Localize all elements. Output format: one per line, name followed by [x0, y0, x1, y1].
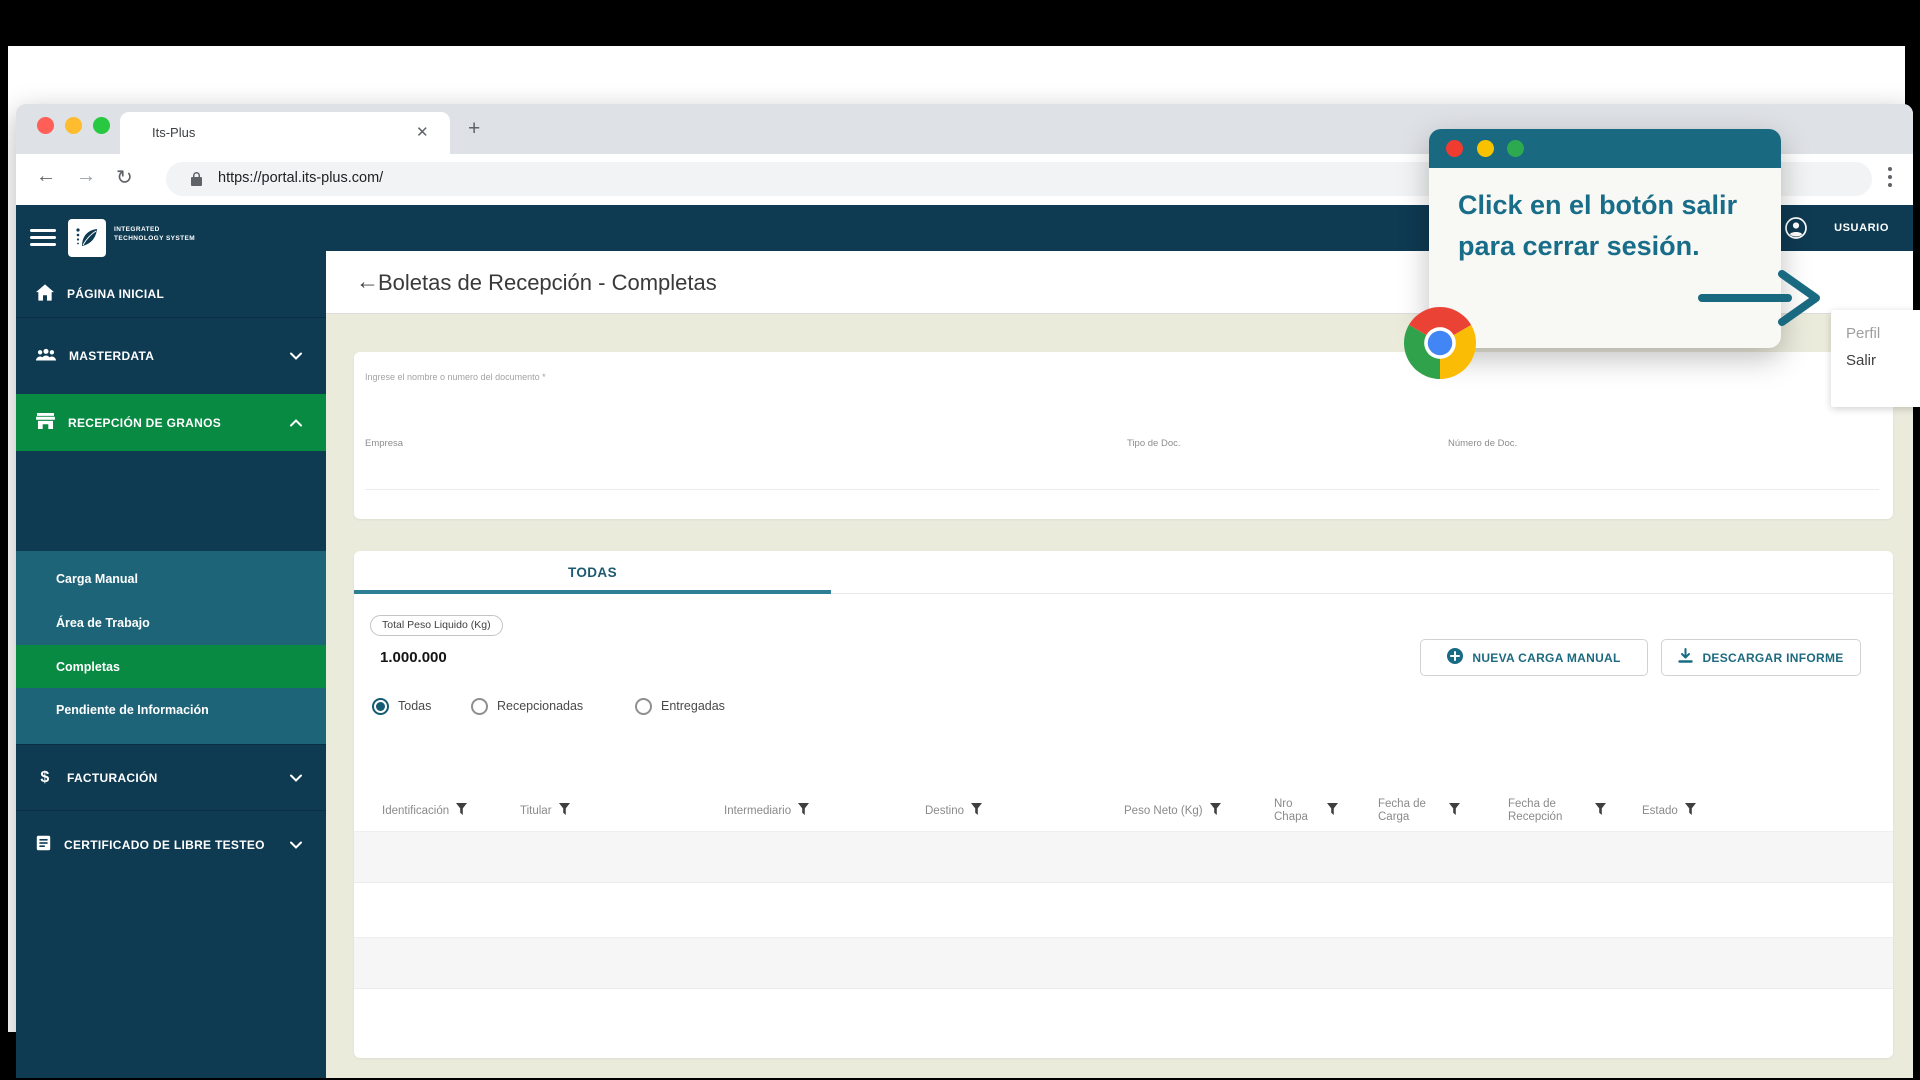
- filter-funnel-icon[interactable]: [1210, 803, 1221, 819]
- radio-option-entregadas[interactable]: Entregadas: [635, 692, 725, 720]
- search-hint-label: Ingrese el nombre o numero del documento…: [365, 372, 546, 382]
- sidebar-item-certificado-libre-testeo[interactable]: CERTIFICADO DE LIBRE TESTEO: [16, 810, 326, 878]
- yellow-dot-icon: [1477, 140, 1494, 157]
- filter-funnel-icon[interactable]: [559, 803, 570, 819]
- filter-funnel-icon[interactable]: [971, 803, 982, 819]
- menu-hamburger-icon[interactable]: [30, 229, 56, 247]
- menu-item-salir[interactable]: Salir: [1846, 352, 1876, 369]
- column-header-identificacion: Identificación: [382, 791, 467, 831]
- sidebar-submenu-recepcion: Carga Manual Área de Trabajo Completas P…: [16, 551, 326, 744]
- user-menu-button[interactable]: USUARIO: [1834, 222, 1889, 234]
- filter-funnel-icon[interactable]: [1595, 803, 1606, 819]
- download-icon: [1678, 648, 1693, 667]
- total-peso-value: 1.000.000: [380, 649, 447, 666]
- dollar-icon: $: [36, 769, 54, 787]
- menu-item-perfil[interactable]: Perfil: [1846, 325, 1880, 342]
- lock-icon: [190, 171, 203, 192]
- column-header-nro-chapa: Nro Chapa: [1274, 791, 1338, 831]
- column-header-estado: Estado: [1642, 791, 1696, 831]
- people-group-icon: [36, 348, 56, 365]
- tab-close-icon[interactable]: ✕: [416, 123, 429, 141]
- desktop-canvas: Its-Plus ✕ + ← → ↻ https://portal.its-pl…: [8, 46, 1905, 1032]
- column-header-fecha-de-recepcion: Fecha de Recepción: [1508, 791, 1606, 831]
- pointer-arrow-icon: [1694, 266, 1824, 330]
- browser-tab[interactable]: Its-Plus ✕: [120, 112, 450, 154]
- home-icon: [36, 284, 54, 304]
- filter-funnel-icon[interactable]: [1449, 803, 1460, 819]
- sidebar-item-pagina-inicial[interactable]: PÁGINA INICIAL: [16, 271, 326, 317]
- column-header-titular: Titular: [520, 791, 570, 831]
- chrome-logo-icon: [1404, 307, 1476, 379]
- back-button[interactable]: ←: [36, 165, 56, 188]
- sidebar-item-masterdata[interactable]: MASTERDATA: [16, 317, 326, 394]
- field-label-empresa[interactable]: Empresa: [365, 438, 403, 449]
- tab-title: Its-Plus: [152, 125, 195, 140]
- sidebar-subitem-area-de-trabajo[interactable]: Área de Trabajo: [16, 603, 326, 643]
- column-header-peso-neto: Peso Neto (Kg): [1124, 791, 1221, 831]
- back-arrow-icon[interactable]: ←: [356, 268, 379, 295]
- column-header-destino: Destino: [925, 791, 982, 831]
- document-icon: [36, 835, 51, 854]
- chevron-up-icon: [290, 416, 302, 430]
- user-dropdown-menu: Perfil Salir: [1831, 310, 1920, 407]
- radio-option-todas[interactable]: Todas: [372, 692, 431, 720]
- sidebar-subitem-completas[interactable]: Completas: [16, 645, 326, 688]
- sidebar-logo-row: INTEGRATED TECHNOLOGY SYSTEM: [16, 205, 326, 271]
- field-label-numero-de-doc[interactable]: Número de Doc.: [1448, 438, 1517, 449]
- filter-funnel-icon[interactable]: [1327, 803, 1338, 819]
- radio-selected-icon[interactable]: [372, 698, 389, 715]
- tooltip-text: Click en el botón salir para cerrar sesi…: [1458, 185, 1737, 267]
- window-zoom-button[interactable]: [93, 117, 110, 134]
- chevron-down-icon: [290, 349, 302, 363]
- screenshot-root: Its-Plus ✕ + ← → ↻ https://portal.its-pl…: [0, 0, 1920, 1080]
- sidebar-subitem-carga-manual[interactable]: Carga Manual: [16, 559, 326, 599]
- document-search-card: Ingrese el nombre o numero del documento…: [354, 352, 1893, 519]
- tooltip-title-bar: [1429, 129, 1781, 168]
- filter-funnel-icon[interactable]: [456, 803, 467, 819]
- descargar-informe-button[interactable]: DESCARGAR INFORME: [1661, 639, 1861, 676]
- radio-unselected-icon[interactable]: [471, 698, 488, 715]
- radio-option-recepcionadas[interactable]: Recepcionadas: [471, 692, 583, 720]
- boletas-table-card: TODAS Total Peso Liquido (Kg) 1.000.000 …: [354, 551, 1893, 1058]
- new-tab-button[interactable]: +: [468, 117, 480, 141]
- green-dot-icon: [1507, 140, 1524, 157]
- tab-todas[interactable]: TODAS: [354, 551, 831, 594]
- radio-unselected-icon[interactable]: [635, 698, 652, 715]
- nueva-carga-manual-button[interactable]: NUEVA CARGA MANUAL: [1420, 639, 1648, 676]
- sidebar: INTEGRATED TECHNOLOGY SYSTEM PÁGINA INIC…: [16, 205, 326, 1078]
- field-underline: [365, 489, 1879, 490]
- filter-funnel-icon[interactable]: [798, 803, 809, 819]
- url-text: https://portal.its-plus.com/: [218, 170, 383, 186]
- window-close-button[interactable]: [37, 117, 54, 134]
- table-row: [354, 831, 1893, 883]
- filter-funnel-icon[interactable]: [1685, 803, 1696, 819]
- column-header-fecha-de-carga: Fecha de Carga: [1378, 791, 1460, 831]
- forward-button[interactable]: →: [76, 165, 96, 188]
- table-row: [354, 937, 1893, 989]
- field-label-tipo-de-doc[interactable]: Tipo de Doc.: [1127, 438, 1181, 449]
- reload-button[interactable]: ↻: [116, 165, 133, 190]
- table-tab-bar: TODAS: [354, 551, 1893, 594]
- chevron-down-icon: [290, 838, 302, 852]
- total-peso-chip: Total Peso Liquido (Kg): [370, 615, 503, 636]
- user-avatar-icon[interactable]: [1784, 216, 1808, 245]
- active-tab-underline: [354, 590, 831, 594]
- sidebar-item-facturacion[interactable]: $ FACTURACIÓN: [16, 744, 326, 810]
- store-icon: [36, 413, 55, 432]
- browser-menu-icon[interactable]: [1883, 166, 1897, 192]
- sidebar-item-recepcion-de-granos[interactable]: RECEPCIÓN DE GRANOS: [16, 394, 326, 451]
- red-dot-icon: [1446, 140, 1463, 157]
- logo-wordmark: INTEGRATED TECHNOLOGY SYSTEM: [114, 225, 195, 243]
- column-header-intermediario: Intermediario: [724, 791, 809, 831]
- window-minimize-button[interactable]: [65, 117, 82, 134]
- page-title: Boletas de Recepción - Completas: [378, 270, 717, 296]
- sidebar-subitem-pendiente-de-informacion[interactable]: Pendiente de Información: [16, 690, 326, 730]
- chevron-down-icon: [290, 771, 302, 785]
- plus-circle-icon: [1447, 648, 1463, 667]
- its-logo-icon: [68, 219, 106, 257]
